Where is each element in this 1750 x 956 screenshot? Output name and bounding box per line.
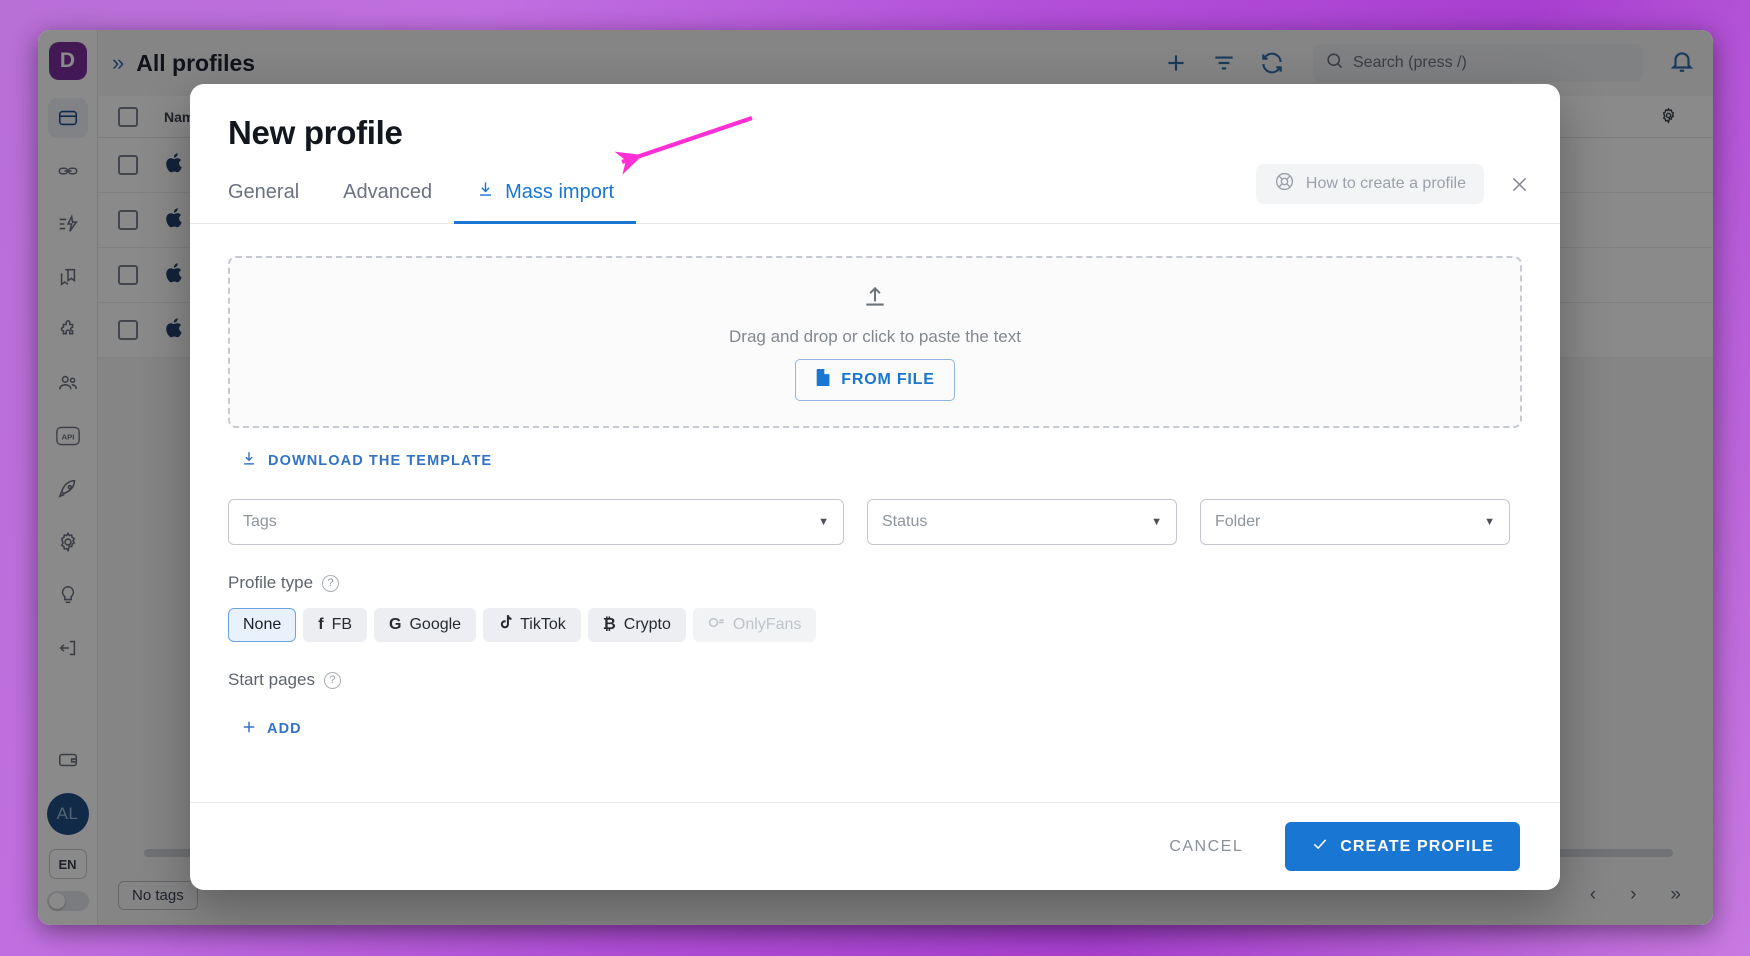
new-profile-modal: New profile How to create a profile Gene… (190, 84, 1560, 890)
google-icon: G (389, 616, 402, 633)
profile-type-tiktok[interactable]: TikTok (483, 608, 581, 642)
chevron-down-icon: ▼ (1151, 516, 1162, 528)
start-pages-label: Start pages (228, 670, 315, 689)
filters-row: Tags ▼ Status ▼ Folder ▼ (228, 499, 1522, 545)
modal-footer: CANCEL CREATE PROFILE (190, 802, 1560, 890)
how-to-label: How to create a profile (1305, 175, 1466, 192)
profile-type-none-label: None (243, 616, 282, 633)
profile-type-crypto[interactable]: ₿ Crypto (587, 608, 686, 642)
check-icon (1311, 835, 1329, 858)
tab-general[interactable]: General (228, 176, 321, 224)
profile-type-label: Profile type (228, 573, 314, 592)
file-icon (815, 368, 832, 392)
dropzone-text: Drag and drop or click to paste the text (729, 326, 1021, 346)
profile-type-google[interactable]: G Google (374, 608, 477, 642)
create-label: CREATE PROFILE (1340, 837, 1494, 855)
profile-type-fb-label: FB (331, 616, 353, 633)
profile-type-options: None f FB G Google TikTok ₿ Crypto OnlyF… (228, 608, 1522, 642)
from-file-button[interactable]: FROM FILE (795, 358, 955, 401)
facebook-icon: f (318, 616, 324, 633)
lifebuoy-icon (1274, 171, 1295, 197)
profile-type-tiktok-label: TikTok (520, 616, 566, 633)
tags-select[interactable]: Tags ▼ (228, 499, 844, 545)
close-icon[interactable] (1502, 167, 1536, 201)
upload-icon (862, 284, 888, 315)
download-template-button[interactable]: DOWNLOAD THE TEMPLATE (240, 450, 492, 472)
tiktok-icon (498, 614, 512, 636)
profile-type-onlyfans-label: OnlyFans (732, 616, 802, 633)
add-label: ADD (267, 721, 302, 737)
profile-type-crypto-label: Crypto (623, 616, 671, 633)
tags-select-placeholder: Tags (243, 513, 277, 530)
chevron-down-icon: ▼ (818, 516, 829, 528)
profile-type-onlyfans[interactable]: OnlyFans (692, 608, 817, 642)
tab-advanced-label: Advanced (343, 181, 433, 203)
onlyfans-icon (708, 616, 725, 634)
profile-type-google-label: Google (409, 616, 462, 633)
plus-icon (240, 718, 258, 740)
question-mark-icon[interactable]: ? (323, 671, 341, 689)
bitcoin-icon: ₿ (602, 616, 616, 633)
profile-type-fb[interactable]: f FB (303, 608, 368, 642)
profile-type-label-row: Profile type ? (228, 573, 1522, 593)
page-background: D API AL EN » All profiles Search (press… (0, 0, 1750, 956)
folder-select[interactable]: Folder ▼ (1200, 499, 1510, 545)
download-icon (476, 180, 495, 205)
from-file-label: FROM FILE (841, 370, 935, 388)
download-icon (240, 450, 258, 472)
modal-header: New profile How to create a profile Gene… (190, 84, 1560, 224)
create-profile-button[interactable]: CREATE PROFILE (1285, 822, 1520, 871)
file-dropzone[interactable]: Drag and drop or click to paste the text… (228, 256, 1522, 428)
tab-mass-import[interactable]: Mass import (454, 176, 637, 224)
status-select[interactable]: Status ▼ (867, 499, 1177, 545)
modal-body: Drag and drop or click to paste the text… (190, 224, 1560, 802)
tab-general-label: General (228, 181, 300, 203)
profile-type-none[interactable]: None (228, 608, 297, 642)
how-to-create-profile-button[interactable]: How to create a profile (1255, 164, 1484, 204)
add-start-page-button[interactable]: ADD (240, 718, 302, 740)
question-mark-icon[interactable]: ? (322, 574, 340, 592)
status-select-placeholder: Status (882, 513, 928, 530)
cancel-button[interactable]: CANCEL (1155, 828, 1257, 866)
cancel-label: CANCEL (1169, 837, 1244, 855)
tab-mass-import-label: Mass import (505, 181, 615, 203)
modal-title: New profile (228, 114, 403, 151)
download-template-label: DOWNLOAD THE TEMPLATE (268, 453, 493, 469)
tab-advanced[interactable]: Advanced (321, 176, 454, 224)
folder-select-placeholder: Folder (1215, 513, 1261, 530)
start-pages-label-row: Start pages ? (228, 670, 1522, 690)
chevron-down-icon: ▼ (1484, 516, 1495, 528)
